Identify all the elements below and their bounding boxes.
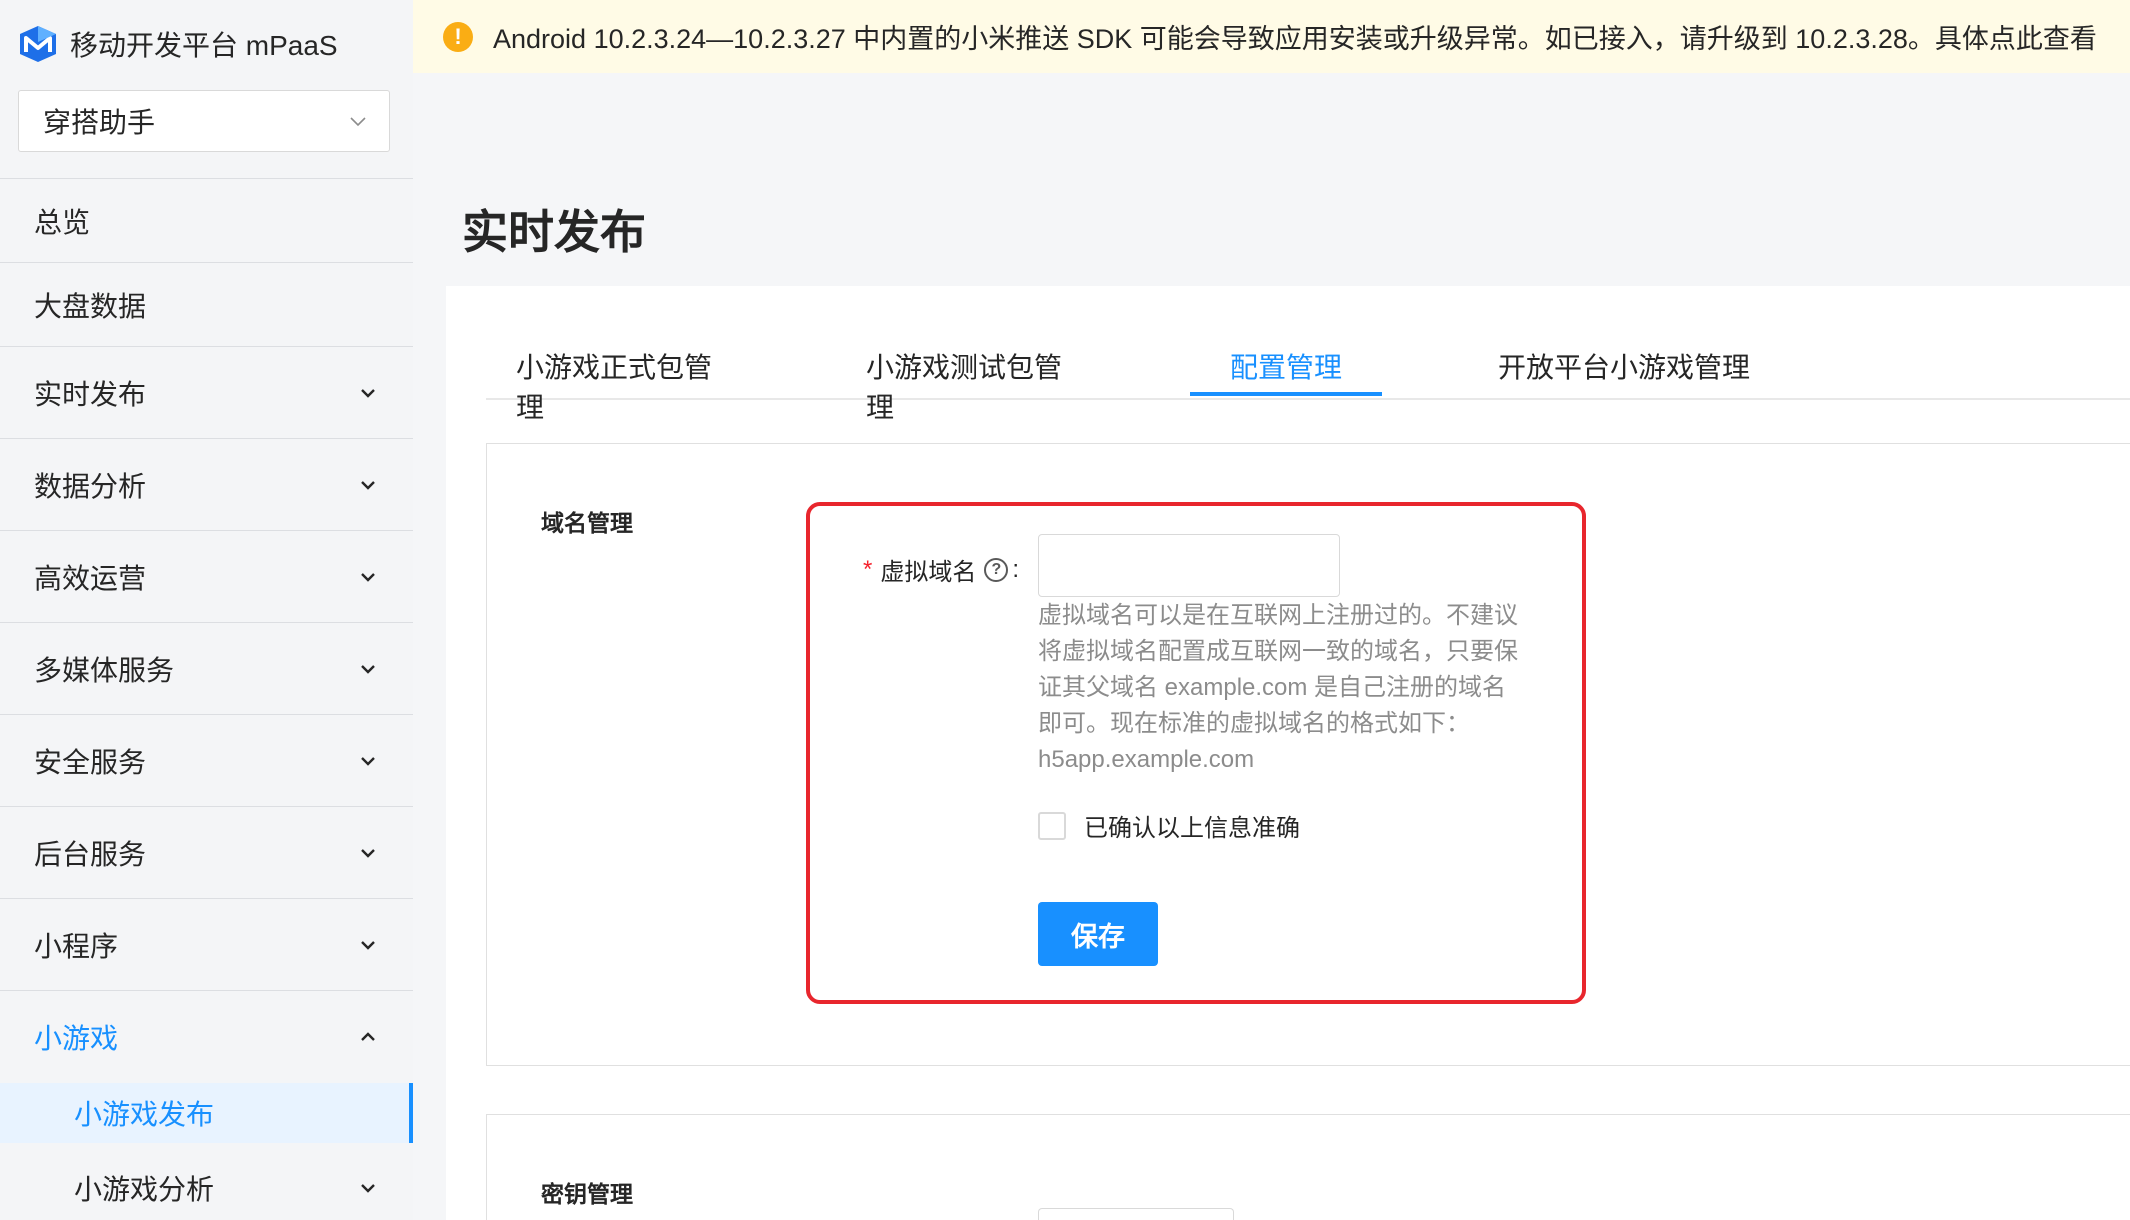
confirm-label: 已确认以上信息准确 [1084, 815, 1300, 842]
sidebar-item-label: 大盘数据 [34, 290, 147, 322]
sidebar-item-label: 总览 [34, 206, 91, 238]
sidebar-item-label: 小游戏 [34, 1023, 119, 1054]
sidebar-item-dashboard[interactable]: 大盘数据 [0, 263, 413, 347]
key-input[interactable] [1038, 1208, 1234, 1220]
required-mark: * [863, 555, 873, 583]
tab-test-package[interactable]: 小游戏测试包管理 [866, 342, 1088, 423]
sidebar-item-realtime-release[interactable]: 实时发布 [0, 347, 413, 439]
tab-label: 开放平台小游戏管理 [1498, 352, 1751, 383]
sidebar-nav: 总览 大盘数据 实时发布 数据分析 高效运营 多媒体服务 安全服务 后台服务 小… [0, 179, 413, 1220]
app-select-value: 穿搭助手 [43, 107, 156, 138]
chevron-down-icon [350, 117, 366, 127]
virtual-domain-input[interactable] [1038, 534, 1340, 597]
sidebar: 移动开发平台 mPaaS 穿搭助手 总览 大盘数据 实时发布 数据分析 高效运营… [0, 0, 413, 1220]
section-title: 域名管理 [541, 510, 633, 536]
virtual-domain-label: * 虚拟域名 ? : [863, 552, 1019, 587]
chevron-down-icon [361, 388, 375, 398]
sidebar-item-label: 安全服务 [34, 746, 147, 778]
chevron-down-icon [361, 480, 375, 490]
section-title: 密钥管理 [541, 1181, 633, 1207]
sidebar-item-data-analysis[interactable]: 数据分析 [0, 439, 413, 531]
sidebar-item-mini-game[interactable]: 小游戏 [0, 991, 413, 1083]
chevron-up-icon [361, 1032, 375, 1041]
confirm-checkbox[interactable] [1038, 811, 1066, 840]
help-text: 虚拟域名可以是在互联网上注册过的。不建议 将虚拟域名配置成互联网一致的域名，只要… [1038, 598, 1528, 778]
tab-label: 小游戏正式包管理 [516, 352, 713, 423]
tab-label: 配置管理 [1229, 352, 1342, 383]
sidebar-item-label: 实时发布 [34, 378, 147, 410]
mpaas-logo-icon [20, 26, 56, 62]
sidebar-item-label: 数据分析 [34, 470, 147, 502]
help-line: 即可。现在标准的虚拟域名的格式如下： [1038, 710, 1470, 737]
notice-banner: ! Android 10.2.3.24—10.2.3.27 中内置的小米推送 S… [413, 0, 2130, 73]
chevron-down-icon [361, 1184, 375, 1193]
app-select[interactable]: 穿搭助手 [18, 90, 390, 152]
brand[interactable]: 移动开发平台 mPaaS [18, 22, 338, 66]
label-colon: : [1012, 555, 1020, 583]
sidebar-subitem-label: 小游戏发布 [74, 1099, 215, 1130]
save-button[interactable]: 保存 [1038, 902, 1158, 966]
sidebar-item-label: 多媒体服务 [34, 654, 175, 686]
sidebar-subitem-mini-game-release[interactable]: 小游戏发布 [0, 1083, 413, 1143]
sidebar-item-backend[interactable]: 后台服务 [0, 807, 413, 899]
sidebar-subitem-label: 小游戏分析 [74, 1174, 215, 1205]
chevron-down-icon [361, 848, 375, 858]
help-line: 虚拟域名可以是在互联网上注册过的。不建议 [1038, 602, 1518, 629]
chevron-down-icon [361, 664, 375, 674]
chevron-down-icon [361, 756, 375, 766]
page-title: 实时发布 [462, 206, 646, 258]
field-label-text: 虚拟域名 [880, 559, 977, 586]
sidebar-subitem-mini-game-analysis[interactable]: 小游戏分析 [0, 1143, 413, 1220]
sidebar-item-mini-program[interactable]: 小程序 [0, 899, 413, 991]
key-section: 密钥管理 [486, 1114, 2130, 1220]
sidebar-item-operations[interactable]: 高效运营 [0, 531, 413, 623]
question-circle-icon[interactable]: ? [984, 557, 1009, 582]
warning-icon: ! [443, 21, 473, 52]
sidebar-item-label: 后台服务 [34, 838, 147, 870]
sidebar-item-label: 高效运营 [34, 562, 147, 594]
tab-active-indicator [1190, 392, 1382, 396]
sidebar-item-label: 小程序 [34, 930, 119, 962]
tab-open-platform-game[interactable]: 开放平台小游戏管理 [1498, 342, 1750, 400]
sidebar-item-multimedia[interactable]: 多媒体服务 [0, 623, 413, 715]
notice-text[interactable]: Android 10.2.3.24—10.2.3.27 中内置的小米推送 SDK… [493, 17, 2097, 56]
chevron-down-icon [361, 572, 375, 582]
help-line: h5app.example.com [1038, 746, 1255, 773]
brand-name: 移动开发平台 mPaaS [70, 30, 338, 61]
chevron-down-icon [361, 940, 375, 950]
help-line: 将虚拟域名配置成互联网一致的域名，只要保 [1038, 638, 1518, 665]
help-line: 证其父域名 example.com 是自己注册的域名 [1038, 674, 1507, 701]
tab-official-package[interactable]: 小游戏正式包管理 [516, 342, 736, 423]
confirm-checkbox-row[interactable]: 已确认以上信息准确 [1038, 808, 1300, 843]
sidebar-item-overview[interactable]: 总览 [0, 179, 413, 263]
tab-label: 小游戏测试包管理 [866, 352, 1063, 423]
sidebar-item-security[interactable]: 安全服务 [0, 715, 413, 807]
